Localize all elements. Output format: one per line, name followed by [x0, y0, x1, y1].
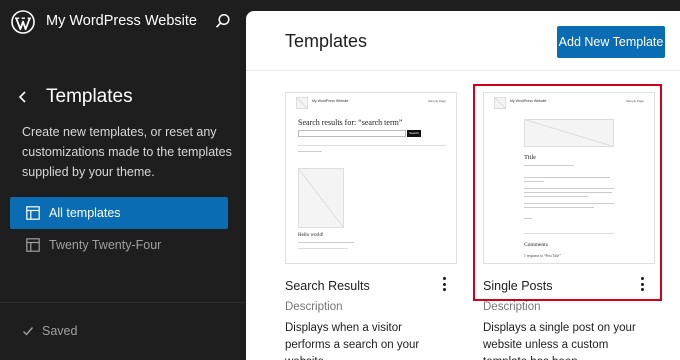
preview-site-title: My WordPress Website [312, 99, 349, 103]
preview-rule [298, 248, 348, 249]
site-title[interactable]: My WordPress Website [46, 13, 197, 29]
description-label: Description [483, 301, 541, 313]
sidebar-title: Templates [46, 86, 133, 107]
preview-rule [298, 151, 322, 152]
back-chevron-icon[interactable] [16, 88, 30, 106]
layout-icon [26, 206, 40, 220]
nav-item-twenty-twenty-four[interactable]: Twenty Twenty-Four [10, 229, 228, 261]
sidebar-header: My WordPress Website [0, 0, 245, 45]
more-options-icon[interactable] [440, 276, 448, 292]
check-icon [23, 327, 34, 336]
description-label: Description [285, 301, 343, 313]
template-card-search-results: My WordPress Website Sample Page Search … [285, 92, 461, 360]
preview-search-field [298, 130, 406, 137]
template-description: Displays when a visitor performs a searc… [285, 322, 420, 360]
preview-image-placeholder [298, 168, 344, 228]
nav-item-all-templates[interactable]: All templates [10, 197, 228, 229]
page-title: Templates [285, 31, 368, 51]
highlight-box [473, 84, 662, 301]
divider [0, 302, 245, 303]
preview-rule [298, 242, 354, 243]
wordpress-logo-icon[interactable] [11, 10, 35, 34]
sidebar-description: Create new templates, or reset any custo… [22, 125, 232, 179]
preview-search-button: Search [407, 130, 421, 137]
preview-heading: Search results for: “search term” [298, 118, 403, 127]
template-description: Displays a single post on your website u… [483, 322, 636, 360]
layout-icon [26, 238, 40, 252]
add-new-template-button[interactable]: Add New Template [557, 26, 665, 58]
search-icon[interactable] [214, 12, 232, 30]
main-header: Templates Add New Template [246, 11, 680, 71]
template-name[interactable]: Search Results [285, 279, 370, 293]
preview-nav: Sample Page [428, 99, 447, 103]
nav-item-label: All templates [49, 206, 121, 220]
nav-item-label: Twenty Twenty-Four [49, 238, 162, 252]
sidebar: My WordPress Website Templates Create ne… [0, 0, 245, 360]
save-status: Saved [22, 324, 77, 338]
save-status-label: Saved [42, 324, 78, 338]
preview-post-title: Hello world! [298, 233, 324, 238]
template-preview[interactable]: My WordPress Website Sample Page Search … [285, 92, 457, 264]
site-logo-placeholder [296, 97, 308, 109]
preview-rule [298, 145, 446, 146]
